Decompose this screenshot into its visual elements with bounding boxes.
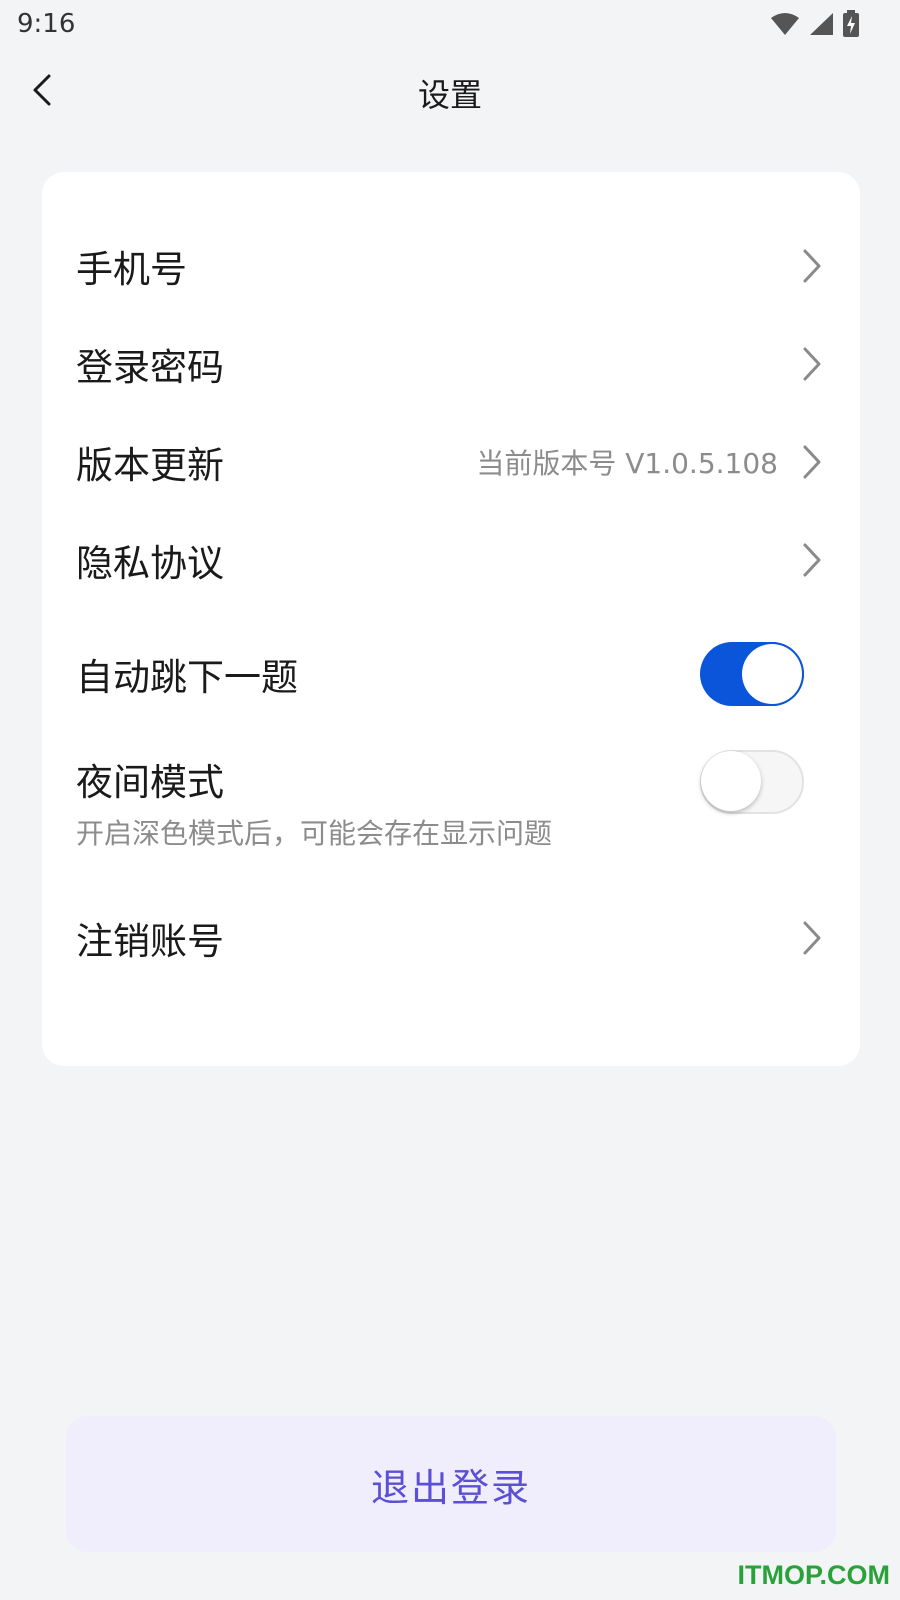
settings-item-phone[interactable]: 手机号 [42, 228, 860, 304]
battery-charging-icon [842, 10, 860, 38]
settings-item-label: 注销账号 [76, 920, 224, 963]
settings-card: 手机号 登录密码 版本更新 当前版本号 V1.0.5.108 隐私协议 自动跳下… [42, 172, 860, 1066]
settings-item-privacy[interactable]: 隐私协议 [42, 522, 860, 598]
signal-icon [808, 12, 834, 36]
toggle-knob [742, 644, 802, 704]
page-title: 设置 [417, 76, 482, 114]
settings-item-label: 版本更新 [76, 444, 224, 487]
night-mode-toggle[interactable] [700, 750, 804, 814]
settings-item-password[interactable]: 登录密码 [42, 326, 860, 402]
status-icons [770, 10, 860, 38]
chevron-left-icon [31, 73, 53, 111]
settings-item-label: 隐私协议 [76, 542, 224, 585]
chevron-right-icon [798, 918, 826, 958]
settings-item-label: 自动跳下一题 [76, 656, 298, 699]
chevron-right-icon [798, 442, 826, 482]
settings-item-label: 手机号 [76, 248, 187, 291]
chevron-right-icon [798, 540, 826, 580]
watermark: ITMOP.COM [737, 1560, 890, 1590]
settings-item-deactivate[interactable]: 注销账号 [42, 900, 860, 976]
auto-next-toggle[interactable] [700, 642, 804, 706]
back-button[interactable] [22, 72, 62, 112]
logout-button[interactable]: 退出登录 [66, 1416, 836, 1552]
status-bar: 9:16 [0, 0, 900, 48]
settings-item-version[interactable]: 版本更新 当前版本号 V1.0.5.108 [42, 424, 860, 500]
header: 设置 [0, 58, 900, 128]
status-time: 9:16 [17, 9, 76, 39]
version-value: 当前版本号 V1.0.5.108 [476, 447, 778, 480]
settings-item-label: 夜间模式 [76, 761, 224, 804]
settings-item-auto-next: 自动跳下一题 [42, 624, 860, 724]
chevron-right-icon [798, 344, 826, 384]
settings-item-night-mode: 夜间模式 开启深色模式后，可能会存在显示问题 [42, 742, 860, 862]
night-mode-subtitle: 开启深色模式后，可能会存在显示问题 [76, 817, 553, 850]
chevron-right-icon [798, 246, 826, 286]
settings-item-label: 登录密码 [76, 346, 224, 389]
toggle-knob [701, 751, 761, 811]
logout-label: 退出登录 [370, 1465, 531, 1510]
night-mode-text: 夜间模式 开启深色模式后，可能会存在显示问题 [76, 752, 700, 852]
wifi-icon [770, 12, 800, 36]
